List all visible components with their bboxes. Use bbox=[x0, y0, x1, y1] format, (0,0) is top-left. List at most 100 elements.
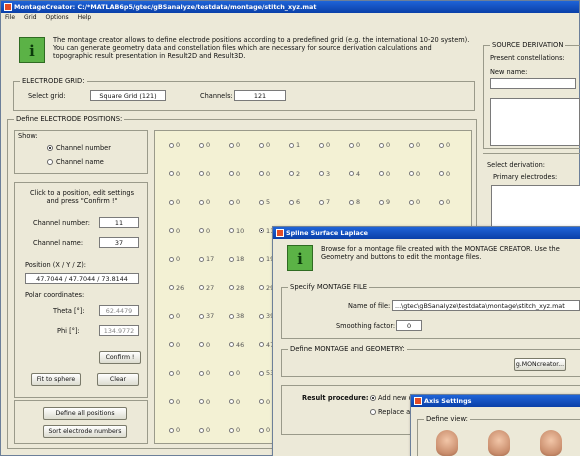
electrode-radio[interactable] bbox=[169, 285, 174, 290]
electrode-radio[interactable] bbox=[169, 370, 174, 376]
electrode-cell[interactable]: 2 bbox=[289, 170, 300, 178]
electrode-radio[interactable] bbox=[439, 199, 444, 205]
electrode-cell[interactable]: 0 bbox=[169, 341, 180, 349]
electrode-cell[interactable]: 0 bbox=[229, 141, 240, 149]
spline-titlebar[interactable]: Spline Surface Laplace bbox=[273, 227, 580, 239]
electrode-radio[interactable] bbox=[199, 228, 204, 233]
electrode-cell[interactable]: 0 bbox=[169, 426, 180, 434]
electrode-radio[interactable] bbox=[199, 342, 204, 347]
electrode-radio[interactable] bbox=[319, 171, 324, 176]
electrode-radio[interactable] bbox=[169, 228, 174, 233]
electrode-cell[interactable]: 0 bbox=[169, 255, 180, 263]
electrode-radio[interactable] bbox=[229, 427, 234, 433]
electrode-cell[interactable]: 28 bbox=[229, 284, 244, 292]
electrode-cell[interactable]: 0 bbox=[169, 369, 180, 377]
electrode-radio[interactable] bbox=[229, 313, 234, 319]
electrode-cell[interactable]: 0 bbox=[409, 170, 420, 178]
electrode-radio[interactable] bbox=[169, 256, 174, 262]
electrode-radio[interactable] bbox=[259, 228, 264, 233]
electrode-cell[interactable]: 0 bbox=[349, 141, 360, 149]
electrode-cell[interactable]: 0 bbox=[199, 198, 210, 206]
electrode-cell[interactable]: 0 bbox=[229, 170, 240, 178]
electrode-cell[interactable]: 46 bbox=[229, 341, 244, 349]
electrode-cell[interactable]: 0 bbox=[409, 141, 420, 149]
main-titlebar[interactable]: MontageCreator: C:/*MATLAB6p5/gtec/gBSan… bbox=[1, 1, 579, 13]
electrode-cell[interactable]: 6 bbox=[289, 198, 300, 206]
electrode-radio[interactable] bbox=[199, 370, 204, 376]
select-grid-dropdown[interactable]: Square Grid (121) bbox=[90, 90, 166, 101]
electrode-radio[interactable] bbox=[229, 142, 234, 148]
electrode-radio[interactable] bbox=[259, 399, 264, 404]
electrode-radio[interactable] bbox=[229, 285, 234, 290]
channel-name-field[interactable]: 37 bbox=[99, 237, 139, 248]
menu-file[interactable]: File bbox=[5, 14, 15, 21]
electrode-cell[interactable]: 0 bbox=[199, 170, 210, 178]
electrode-radio[interactable] bbox=[259, 342, 264, 347]
electrode-cell[interactable]: 0 bbox=[379, 141, 390, 149]
axis-titlebar[interactable]: Axis Settings bbox=[411, 395, 580, 407]
electrode-cell[interactable]: 26 bbox=[169, 284, 184, 292]
clear-button[interactable]: Clear bbox=[97, 373, 139, 386]
channel-number-field[interactable]: 11 bbox=[99, 217, 139, 228]
electrode-cell[interactable]: 0 bbox=[259, 426, 270, 434]
electrode-radio[interactable] bbox=[199, 256, 204, 262]
electrode-radio[interactable] bbox=[439, 142, 444, 148]
electrode-radio[interactable] bbox=[229, 228, 234, 233]
electrode-radio[interactable] bbox=[379, 199, 384, 205]
electrode-radio[interactable] bbox=[169, 142, 174, 148]
electrode-cell[interactable]: 5 bbox=[259, 198, 270, 206]
show-name-radio[interactable] bbox=[47, 159, 53, 165]
new-name-field[interactable] bbox=[490, 78, 576, 89]
channels-field[interactable]: 121 bbox=[234, 90, 286, 101]
define-all-positions-button[interactable]: Define all positions bbox=[43, 407, 127, 420]
confirm-button[interactable]: Confirm ! bbox=[99, 351, 141, 364]
electrode-cell[interactable]: 10 bbox=[229, 227, 244, 235]
electrode-cell[interactable]: 0 bbox=[199, 341, 210, 349]
electrode-radio[interactable] bbox=[349, 142, 354, 148]
add-new-radio[interactable] bbox=[370, 395, 376, 401]
electrode-cell[interactable]: 27 bbox=[199, 284, 214, 292]
electrode-radio[interactable] bbox=[199, 399, 204, 404]
electrode-radio[interactable] bbox=[169, 399, 174, 404]
electrode-radio[interactable] bbox=[289, 199, 294, 205]
electrode-radio[interactable] bbox=[199, 142, 204, 148]
electrode-radio[interactable] bbox=[409, 199, 414, 205]
electrode-radio[interactable] bbox=[229, 171, 234, 176]
electrode-radio[interactable] bbox=[169, 313, 174, 319]
electrode-radio[interactable] bbox=[229, 342, 234, 347]
electrode-radio[interactable] bbox=[259, 171, 264, 176]
electrode-cell[interactable]: 7 bbox=[319, 198, 330, 206]
electrode-radio[interactable] bbox=[259, 142, 264, 148]
electrode-cell[interactable]: 3 bbox=[319, 170, 330, 178]
electrode-radio[interactable] bbox=[169, 171, 174, 176]
menu-options[interactable]: Options bbox=[45, 14, 68, 21]
electrode-radio[interactable] bbox=[229, 399, 234, 404]
smoothing-field[interactable]: 0 bbox=[396, 320, 422, 331]
electrode-radio[interactable] bbox=[199, 427, 204, 433]
electrode-cell[interactable]: 0 bbox=[439, 141, 450, 149]
head-top-view-button[interactable] bbox=[540, 430, 562, 456]
electrode-cell[interactable]: 9 bbox=[379, 198, 390, 206]
replace-all-radio[interactable] bbox=[370, 409, 376, 415]
electrode-cell[interactable]: 0 bbox=[229, 369, 240, 377]
electrode-cell[interactable]: 0 bbox=[199, 141, 210, 149]
electrode-cell[interactable]: 0 bbox=[439, 170, 450, 178]
electrode-radio[interactable] bbox=[289, 171, 294, 176]
electrode-cell[interactable]: 0 bbox=[199, 369, 210, 377]
electrode-radio[interactable] bbox=[379, 142, 384, 148]
electrode-cell[interactable]: 0 bbox=[169, 198, 180, 206]
electrode-radio[interactable] bbox=[229, 199, 234, 205]
electrode-cell[interactable]: 0 bbox=[229, 398, 240, 406]
electrode-radio[interactable] bbox=[349, 199, 354, 205]
electrode-cell[interactable]: 8 bbox=[349, 198, 360, 206]
electrode-radio[interactable] bbox=[409, 142, 414, 148]
electrode-cell[interactable]: 0 bbox=[169, 227, 180, 235]
electrode-cell[interactable]: 0 bbox=[259, 170, 270, 178]
electrode-cell[interactable]: 0 bbox=[259, 141, 270, 149]
sort-electrode-numbers-button[interactable]: Sort electrode numbers bbox=[43, 425, 127, 438]
electrode-radio[interactable] bbox=[319, 199, 324, 205]
electrode-radio[interactable] bbox=[169, 427, 174, 433]
electrode-cell[interactable]: 0 bbox=[169, 141, 180, 149]
electrode-cell[interactable]: 0 bbox=[409, 198, 420, 206]
electrode-radio[interactable] bbox=[439, 171, 444, 176]
